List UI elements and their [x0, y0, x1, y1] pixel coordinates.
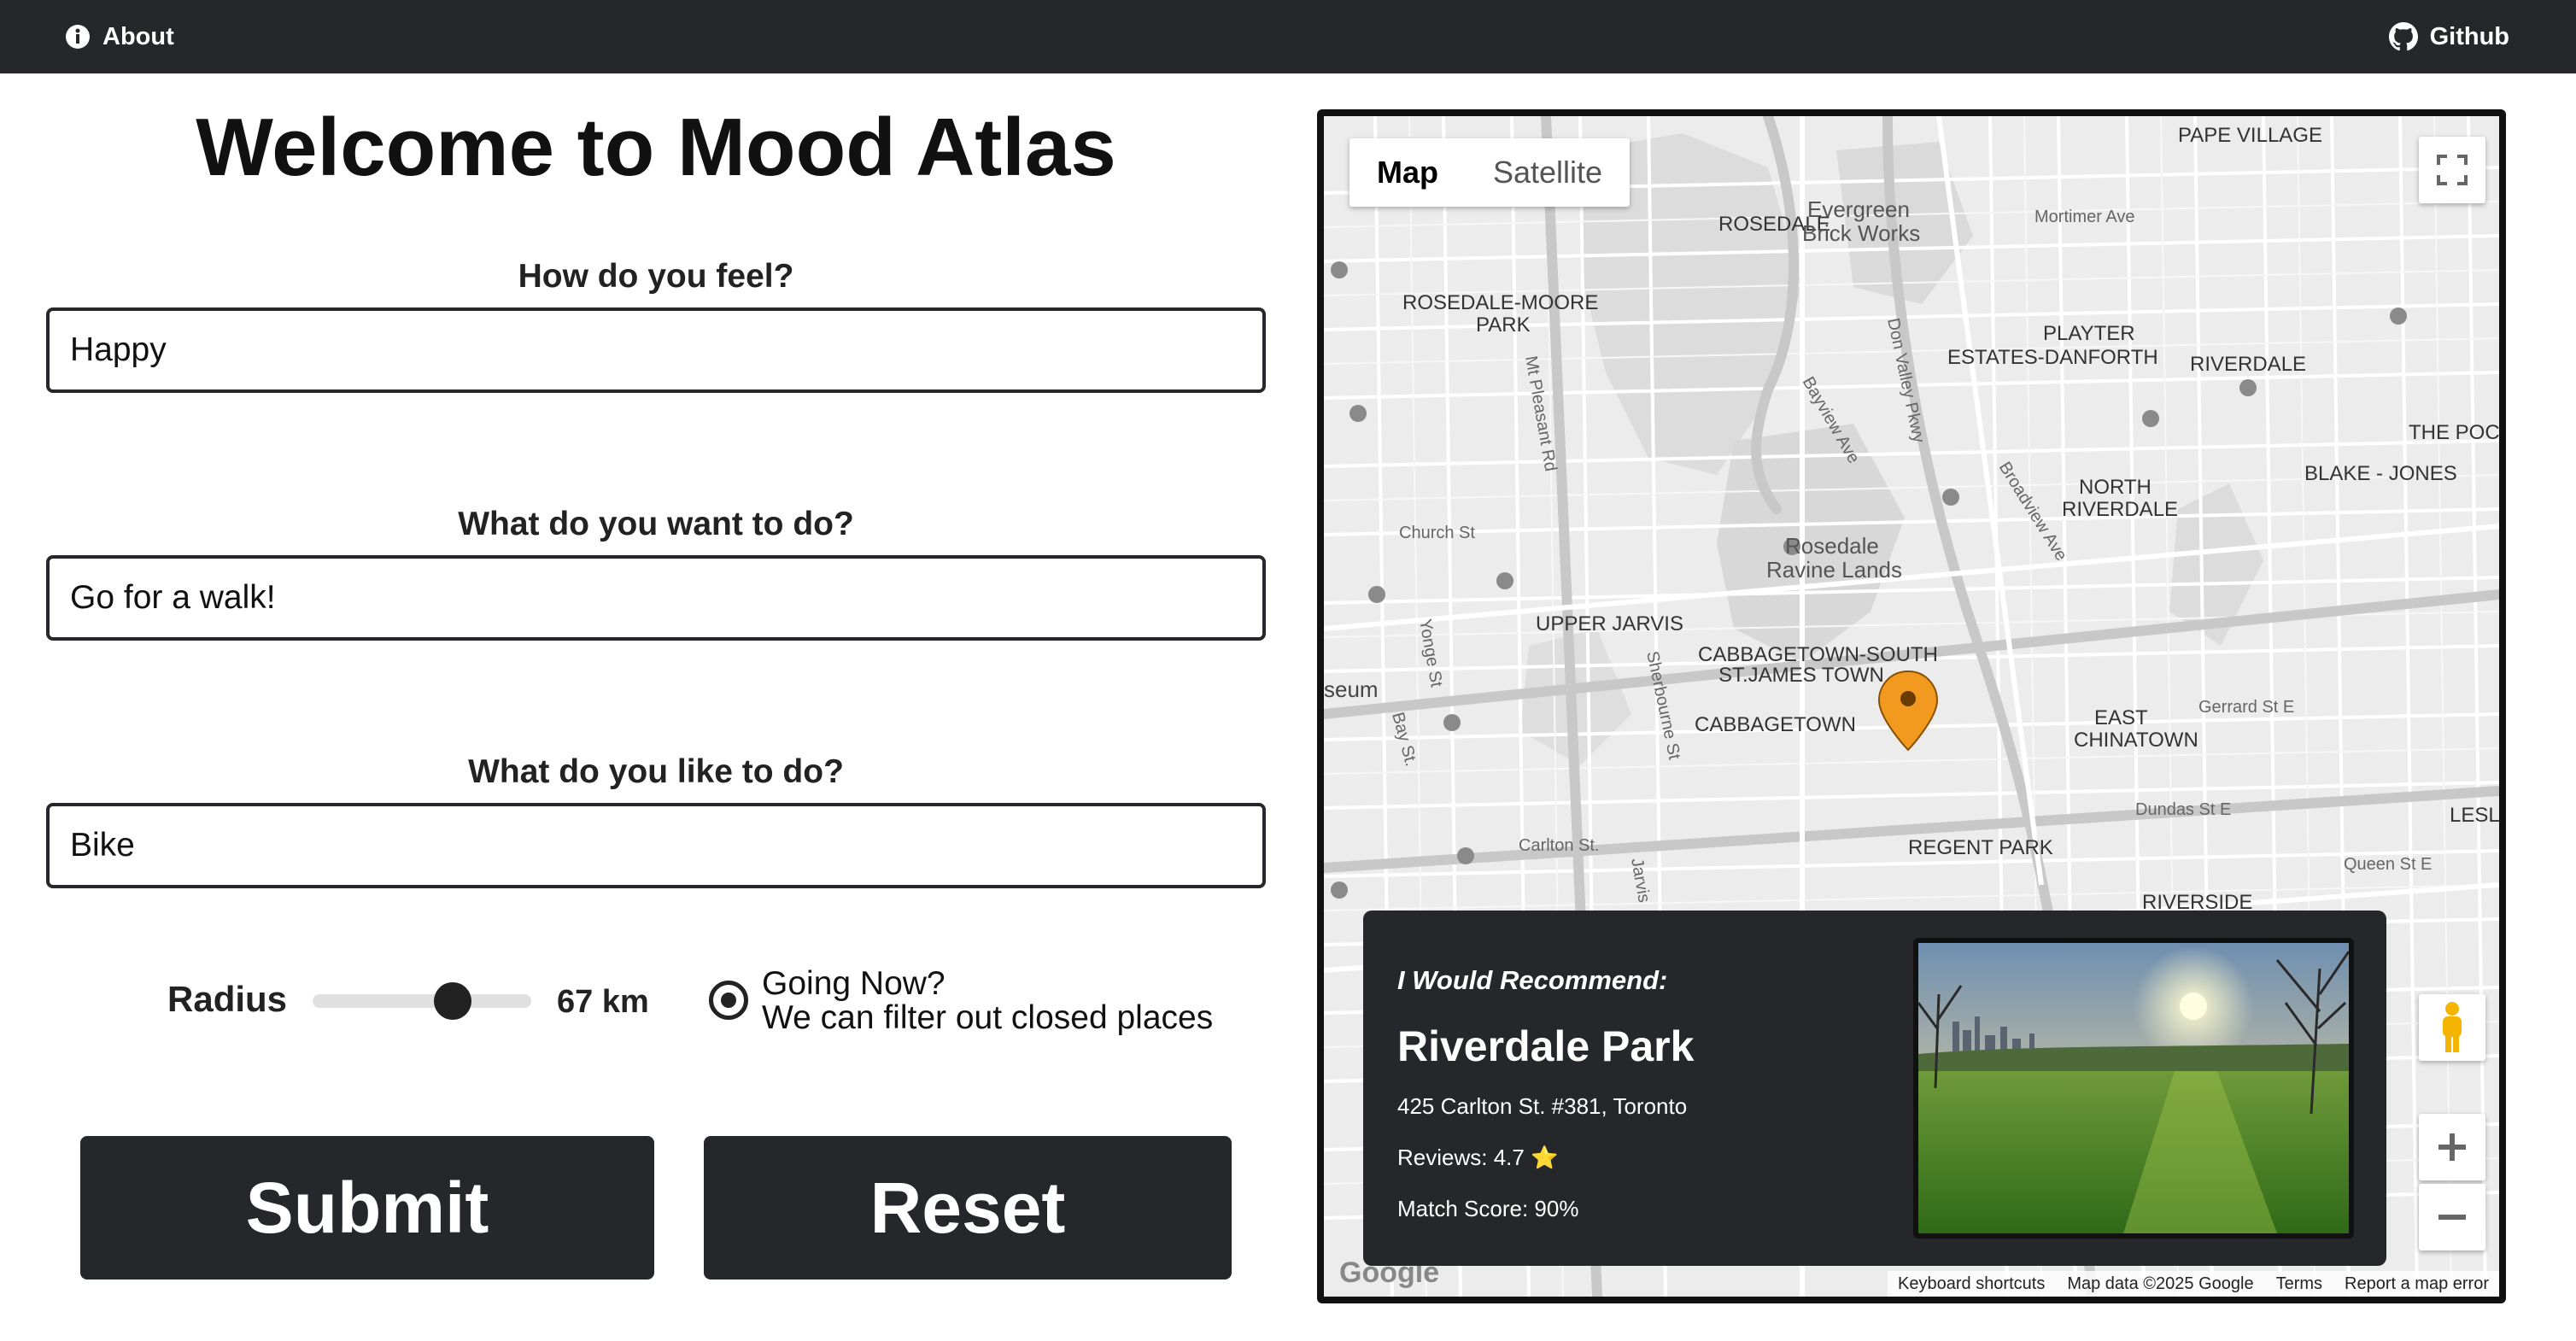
recommendation-heading: I Would Recommend:: [1397, 965, 1668, 995]
map-label-queen: Queen St E: [2344, 855, 2432, 874]
map-label-north-riverdale: RIVERDALE: [2062, 498, 2178, 521]
going-now-radio[interactable]: [709, 981, 748, 1020]
want-label: What do you want to do?: [458, 506, 854, 542]
map-label-chinatown: CHINATOWN: [2074, 729, 2198, 752]
radius-label: Radius: [167, 979, 288, 1019]
keyboard-shortcuts-link[interactable]: Keyboard shortcuts: [1898, 1274, 2045, 1294]
want-input[interactable]: [46, 555, 1266, 641]
about-link[interactable]: About: [65, 0, 174, 73]
top-navbar: About Github: [0, 0, 2576, 73]
place-match-score: Match Score: 90%: [1397, 1196, 1579, 1221]
like-label: What do you like to do?: [468, 753, 844, 790]
map-label-playter: PLAYTER: [2043, 322, 2135, 345]
map-type-map[interactable]: Map: [1349, 138, 1466, 207]
map-label-riverdale: RIVERDALE: [2190, 353, 2306, 376]
github-label: Github: [2429, 22, 2509, 50]
map-label-park: PARK: [1476, 313, 1531, 337]
place-address: 425 Carlton St. #381, Toronto: [1397, 1093, 1688, 1119]
map-label-carlton: Carlton St.: [1519, 836, 1599, 855]
zoom-out-button[interactable]: [2419, 1184, 2485, 1250]
map-label-ravine-lands: Ravine Lands: [1766, 557, 1902, 583]
map-label-church: Church St: [1399, 524, 1475, 542]
minus-icon: [2438, 1215, 2466, 1220]
map-label-east: EAST: [2094, 706, 2148, 729]
map-label-evergreen: Evergreen: [1807, 196, 1910, 222]
map-label-estates-danforth: ESTATES-DANFORTH: [1947, 346, 2158, 369]
like-input[interactable]: [46, 803, 1266, 888]
map-label-rosedale-ravine: Rosedale: [1785, 533, 1879, 559]
place-name: Riverdale Park: [1397, 1022, 1695, 1070]
terms-link[interactable]: Terms: [2276, 1274, 2322, 1294]
map-type-toggle: Map Satellite: [1349, 138, 1630, 207]
github-icon: [2388, 22, 2418, 51]
recommendation-card: I Would Recommend: Riverdale Park 425 Ca…: [1363, 911, 2386, 1266]
map-label-upper-jarvis: UPPER JARVIS: [1536, 612, 1683, 635]
going-now-radio-dot: [721, 993, 736, 1008]
feel-input[interactable]: [46, 307, 1266, 393]
map-label-the-pocket: THE POC: [2409, 421, 2499, 444]
going-now-desc: We can filter out closed places: [762, 999, 1214, 1036]
map-footer: Keyboard shortcuts Map data ©2025 Google…: [1888, 1271, 2499, 1297]
page-title: Welcome to Mood Atlas: [196, 102, 1116, 193]
street-view-button[interactable]: [2419, 994, 2485, 1061]
zoom-in-button[interactable]: [2419, 1114, 2485, 1180]
radius-slider-thumb[interactable]: [433, 982, 471, 1020]
fullscreen-button[interactable]: [2419, 137, 2485, 203]
map-label-st-james: ST.JAMES TOWN: [1718, 664, 1884, 687]
map-label-leslie: LESLIE: [2450, 804, 2499, 827]
info-icon: [66, 25, 90, 49]
pegman-icon: [2443, 1002, 2462, 1052]
map-label-museum: seum: [1324, 676, 1379, 702]
map-label-gerrard: Gerrard St E: [2198, 698, 2294, 717]
map-label-cabbagetown: CABBAGETOWN: [1695, 713, 1856, 736]
going-now-title: Going Now?: [762, 965, 946, 1002]
map-label-brick-works: Brick Works: [1802, 220, 1920, 246]
map-label-pape-village: PAPE VILLAGE: [2178, 124, 2322, 147]
going-now-text: Going Now? We can filter out closed plac…: [762, 967, 1213, 1035]
github-link[interactable]: Github: [2388, 0, 2509, 73]
radius-slider-track[interactable]: [313, 994, 531, 1008]
about-label: About: [102, 22, 174, 50]
map-label-dundas: Dundas St E: [2135, 800, 2231, 819]
radius-value: 67 km: [557, 984, 649, 1020]
map-label-mortimer: Mortimer Ave: [2034, 208, 2134, 226]
report-error-link[interactable]: Report a map error: [2345, 1274, 2489, 1294]
submit-button[interactable]: Submit: [80, 1136, 654, 1280]
map-label-cabbagetown-south: CABBAGETOWN-SOUTH: [1698, 643, 1938, 666]
fullscreen-icon: [2437, 155, 2468, 185]
reset-button[interactable]: Reset: [704, 1136, 1232, 1280]
feel-label: How do you feel?: [518, 258, 794, 295]
place-reviews: Reviews: 4.7 ⭐: [1397, 1145, 1559, 1170]
plus-icon: [2438, 1133, 2466, 1161]
map-label-rosedale-moore: ROSEDALE-MOORE: [1402, 291, 1598, 314]
place-photo: [1913, 938, 2354, 1239]
map-label-north: NORTH: [2079, 476, 2152, 499]
map-label-blake-jones: BLAKE - JONES: [2304, 462, 2457, 485]
map-data-text: Map data ©2025 Google: [2067, 1274, 2254, 1293]
map-label-regent-park: REGENT PARK: [1908, 836, 2053, 859]
map-type-satellite[interactable]: Satellite: [1466, 138, 1630, 207]
